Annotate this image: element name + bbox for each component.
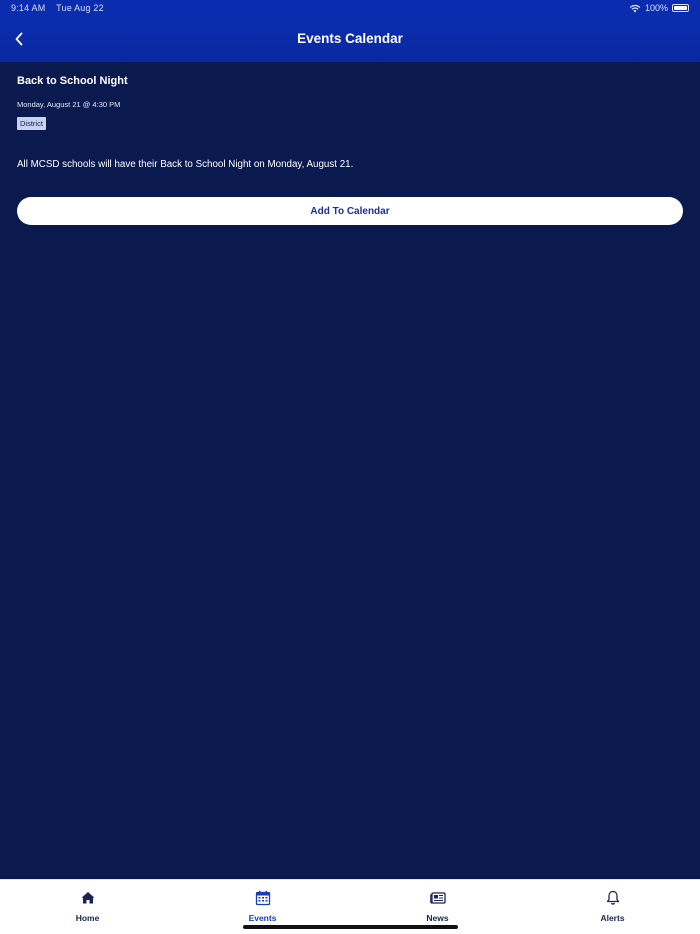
status-date: Tue Aug 22: [56, 3, 104, 13]
battery-icon: [672, 4, 689, 12]
tab-bar: Home Events News Alerts: [0, 879, 700, 934]
event-description: All MCSD schools will have their Back to…: [17, 159, 354, 170]
tab-news-label: News: [426, 913, 449, 923]
status-right: 100%: [629, 3, 689, 13]
battery-percent: 100%: [644, 3, 668, 13]
home-indicator[interactable]: [243, 925, 458, 929]
event-datetime: Monday, August 21 @ 4:30 PM: [17, 100, 121, 109]
navigation-header: Events Calendar: [0, 16, 700, 62]
bell-icon: [605, 890, 621, 906]
add-to-calendar-button[interactable]: Add To Calendar: [17, 197, 683, 225]
status-left: 9:14 AM Tue Aug 22: [11, 3, 104, 13]
tab-home-label: Home: [75, 913, 100, 923]
wifi-icon: [629, 4, 641, 12]
tab-alerts[interactable]: Alerts: [525, 880, 700, 934]
tab-home[interactable]: Home: [0, 880, 175, 934]
home-icon: [80, 890, 96, 906]
event-category-badge: District: [17, 117, 46, 130]
page-title: Events Calendar: [297, 31, 403, 46]
newspaper-icon: [429, 890, 446, 906]
status-bar: 9:14 AM Tue Aug 22 100%: [0, 0, 700, 16]
tab-alerts-label: Alerts: [600, 913, 625, 923]
calendar-icon: [255, 890, 271, 906]
tab-events-label: Events: [248, 913, 277, 923]
event-title: Back to School Night: [17, 75, 128, 87]
status-time: 9:14 AM: [11, 3, 46, 13]
